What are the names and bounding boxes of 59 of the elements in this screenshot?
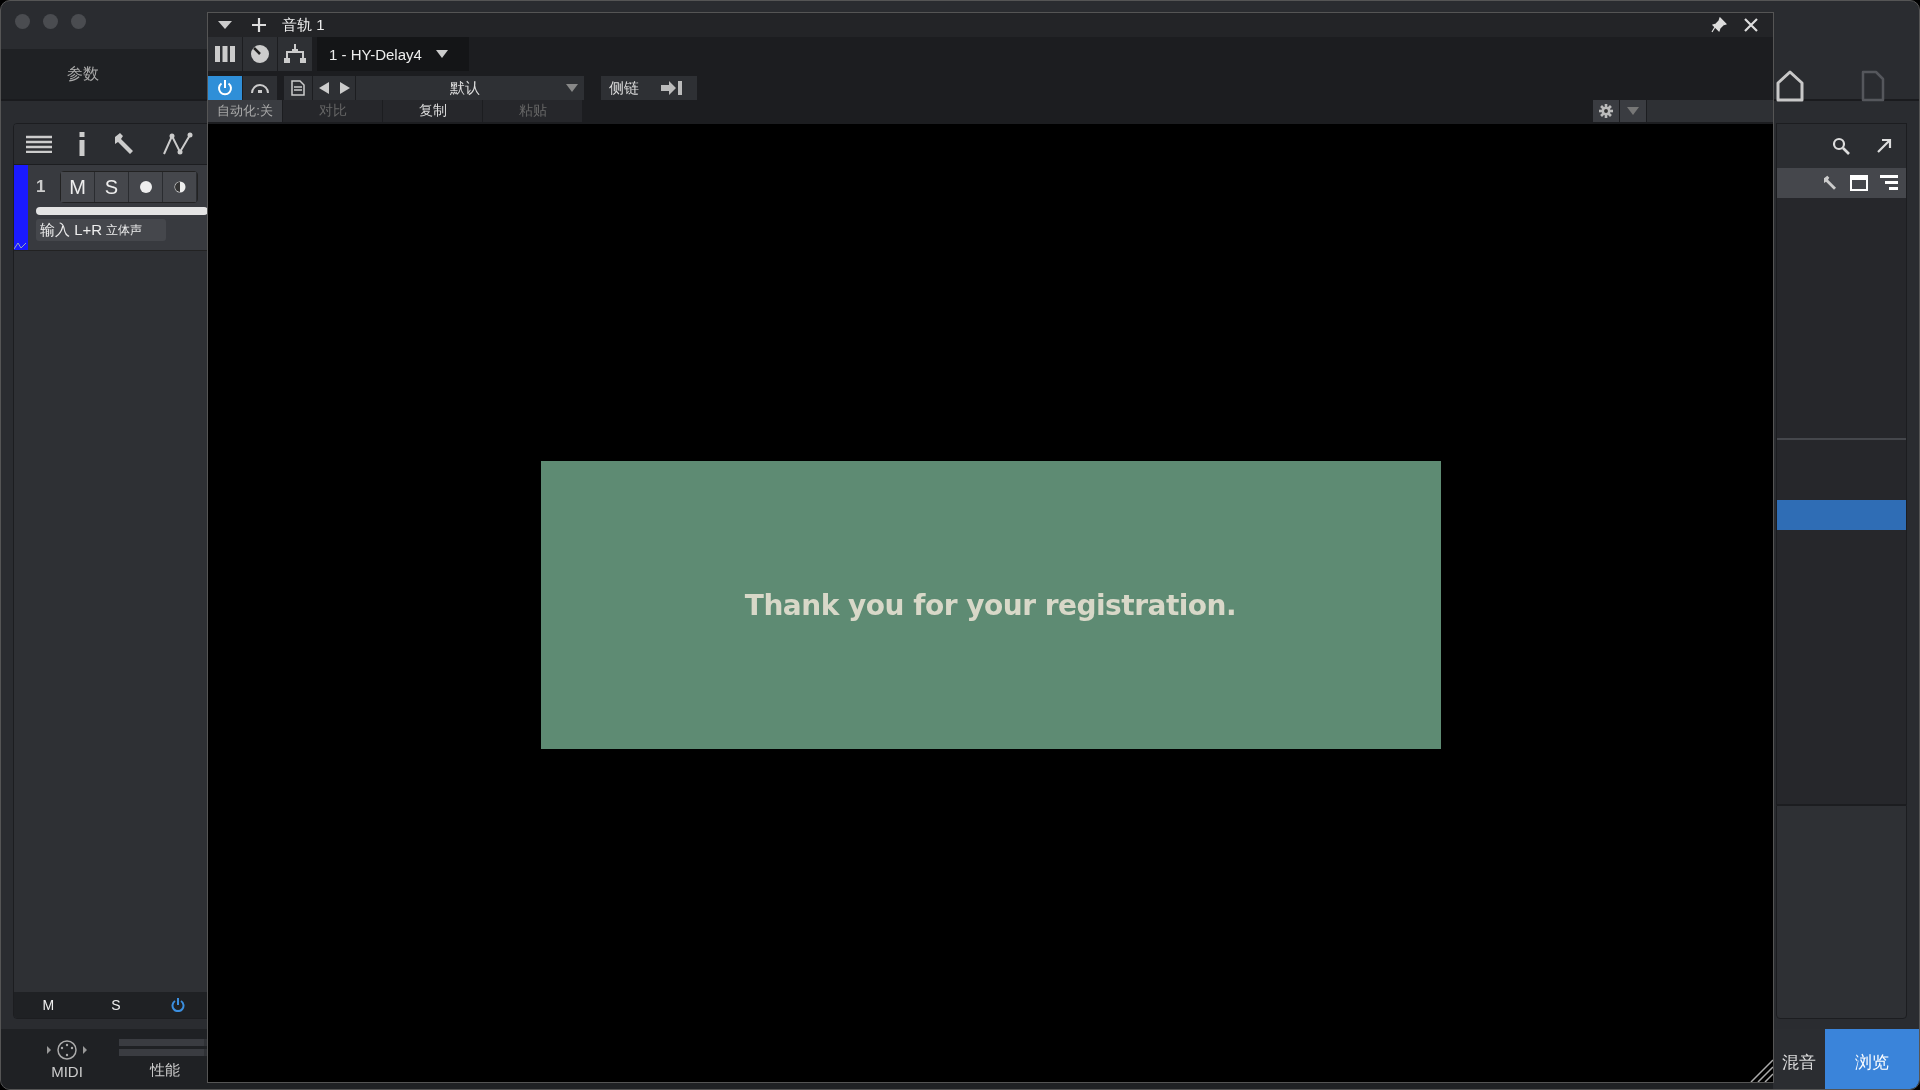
record-button[interactable] [129, 172, 163, 202]
view-tab[interactable]: 浏览 [1825, 1029, 1919, 1089]
settings-icon [1599, 103, 1613, 119]
routing-icon [284, 44, 306, 64]
preset-dropdown[interactable]: 默认 [356, 76, 584, 100]
midi-label: MIDI [51, 1062, 83, 1080]
dial-button[interactable] [243, 37, 277, 71]
close-icon[interactable] [1743, 17, 1759, 33]
registration-message: Thank you for your registration. [744, 588, 1237, 622]
mixer-view-button[interactable] [208, 37, 242, 71]
wrench-icon[interactable] [1822, 175, 1838, 191]
add-icon[interactable] [252, 18, 266, 32]
list-tree-icon[interactable] [1880, 175, 1898, 191]
monitor-icon [173, 181, 186, 193]
view-tab[interactable]: 混音 [1773, 1029, 1825, 1089]
document-icon [291, 80, 305, 96]
plugin-window-title: 音轨 1 [282, 15, 325, 35]
preset-file-button[interactable] [284, 76, 312, 100]
info-icon[interactable] [78, 132, 86, 156]
sidechain-arrow-icon [661, 81, 683, 95]
dropdown-icon[interactable] [218, 20, 232, 30]
power-icon[interactable] [171, 998, 186, 1012]
mute-all-button[interactable]: M [36, 996, 61, 1014]
panel-title: 参数 [67, 63, 99, 84]
caret-icon [566, 84, 578, 92]
automation-mode-button[interactable]: 自动化:关 [208, 100, 282, 122]
routing-button[interactable] [278, 37, 312, 71]
sidechain-button[interactable]: 侧链 [601, 76, 697, 100]
options-dropdown[interactable] [1620, 100, 1646, 122]
next-icon[interactable] [339, 82, 350, 94]
arc-icon [250, 82, 270, 94]
expand-arrow-icon[interactable] [1876, 138, 1892, 154]
channel-mode-label: 立体声 [106, 221, 143, 239]
monitor-button[interactable] [163, 172, 197, 202]
caret-icon [435, 50, 448, 58]
columns-icon [215, 46, 235, 62]
waveform-icon [14, 242, 26, 250]
pin-icon[interactable] [1711, 17, 1727, 33]
dial-icon [250, 44, 270, 64]
bypass-button[interactable] [243, 76, 277, 100]
preset-action-button[interactable]: 复制 [383, 100, 482, 122]
midi-port-icon [45, 1038, 89, 1061]
previous-icon[interactable] [318, 82, 329, 94]
wrench-icon[interactable] [112, 132, 136, 156]
performance-label: 性能 [150, 1060, 180, 1080]
search-icon[interactable] [1832, 137, 1850, 155]
solo-all-button[interactable]: S [105, 996, 127, 1014]
settings-button[interactable] [1593, 100, 1619, 122]
plugin-selector[interactable]: 1 - HY-Delay4 [317, 37, 469, 71]
list-icon[interactable] [26, 135, 52, 153]
input-selector[interactable]: 输入 L+R [36, 220, 107, 240]
power-icon [217, 80, 233, 96]
mute-button[interactable]: M [61, 172, 95, 202]
window-icon[interactable] [1850, 175, 1868, 191]
home-icon[interactable] [1775, 69, 1805, 103]
solo-button[interactable]: S [95, 172, 129, 202]
track-number: 1 [36, 177, 47, 197]
caret-icon [1627, 107, 1639, 115]
record-icon [139, 181, 152, 193]
